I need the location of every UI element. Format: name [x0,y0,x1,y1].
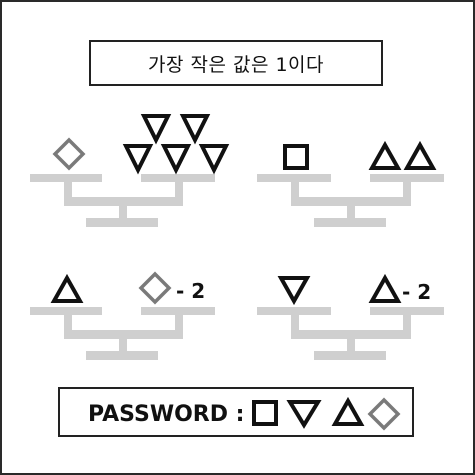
balance-2-scale [257,174,444,227]
square-icon [283,144,309,170]
triangle-down-icon [179,114,211,145]
triangle-up-icon [403,140,437,170]
triangle-up-icon [168,116,183,130]
triangle-stack [122,114,230,175]
password-box: PASSWORD : [58,387,414,437]
square-icon [252,400,278,426]
diamond-icon [52,137,86,171]
balance-4-scale [257,307,444,360]
balance-2 [257,140,444,227]
balance-3-scale [30,307,215,360]
suffix-minus-2: - 2 [402,280,431,304]
password-symbols [252,396,401,431]
diamond-icon [138,271,172,305]
balance-1-scale [30,174,215,227]
triangle-up-icon [331,396,365,426]
triangle-down-icon [160,144,192,175]
triangle-down-icon [140,114,172,145]
triangle-down-icon [277,276,311,306]
suffix-minus-2: - 2 [176,279,205,303]
triangle-up-icon [368,140,402,170]
triangle-up-icon [50,273,84,303]
diamond-icon [367,397,401,431]
triangle-down-icon [122,144,154,175]
triangle-down-icon [198,144,230,175]
balance-1 [30,114,230,227]
triangle-up-icon [368,273,402,303]
triangle-down-icon [286,400,322,429]
